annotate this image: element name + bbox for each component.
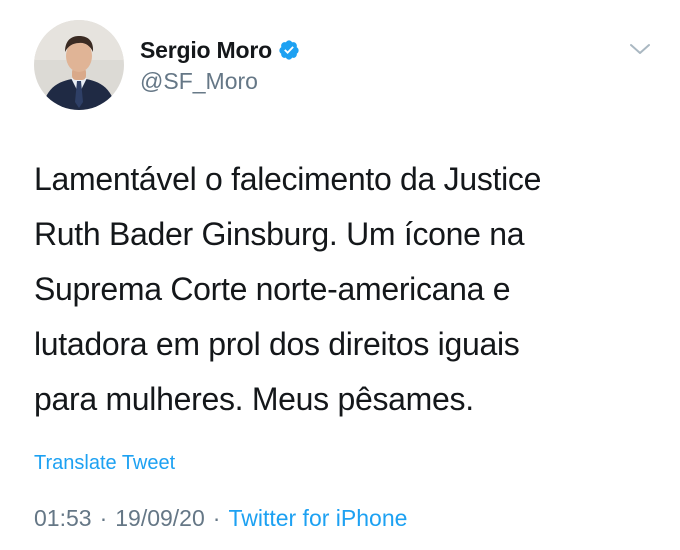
verified-badge-icon (279, 40, 299, 60)
avatar[interactable] (34, 20, 124, 110)
tweet-text: Lamentável o falecimento da Justice Ruth… (34, 152, 654, 427)
meta-separator: · (212, 505, 221, 531)
translate-tweet-link[interactable]: Translate Tweet (34, 452, 175, 475)
display-name[interactable]: Sergio Moro (140, 37, 272, 64)
tweet-menu-button[interactable] (624, 36, 656, 62)
tweet-meta: 01:53 · 19/09/20 · Twitter for iPhone (34, 505, 407, 532)
meta-separator: · (99, 505, 108, 531)
display-name-row[interactable]: Sergio Moro (140, 35, 300, 65)
tweet-time[interactable]: 01:53 (34, 505, 92, 532)
tweet-date[interactable]: 19/09/20 (115, 505, 205, 532)
tweet-text-line: para mulheres. Meus pêsames. (34, 381, 474, 417)
tweet-text-line: lutadora em prol dos direitos iguais (34, 326, 520, 362)
tweet-text-line: Ruth Bader Ginsburg. Um ícone na (34, 216, 525, 252)
tweet-text-line: Suprema Corte norte-americana e (34, 271, 511, 307)
tweet-source-link[interactable]: Twitter for iPhone (228, 505, 407, 532)
chevron-down-icon (630, 44, 650, 54)
author-handle[interactable]: @SF_Moro (140, 68, 258, 95)
tweet-text-line: Lamentável o falecimento da Justice (34, 161, 542, 197)
tweet-card: Sergio Moro @SF_Moro Lamentável o faleci… (0, 0, 680, 550)
